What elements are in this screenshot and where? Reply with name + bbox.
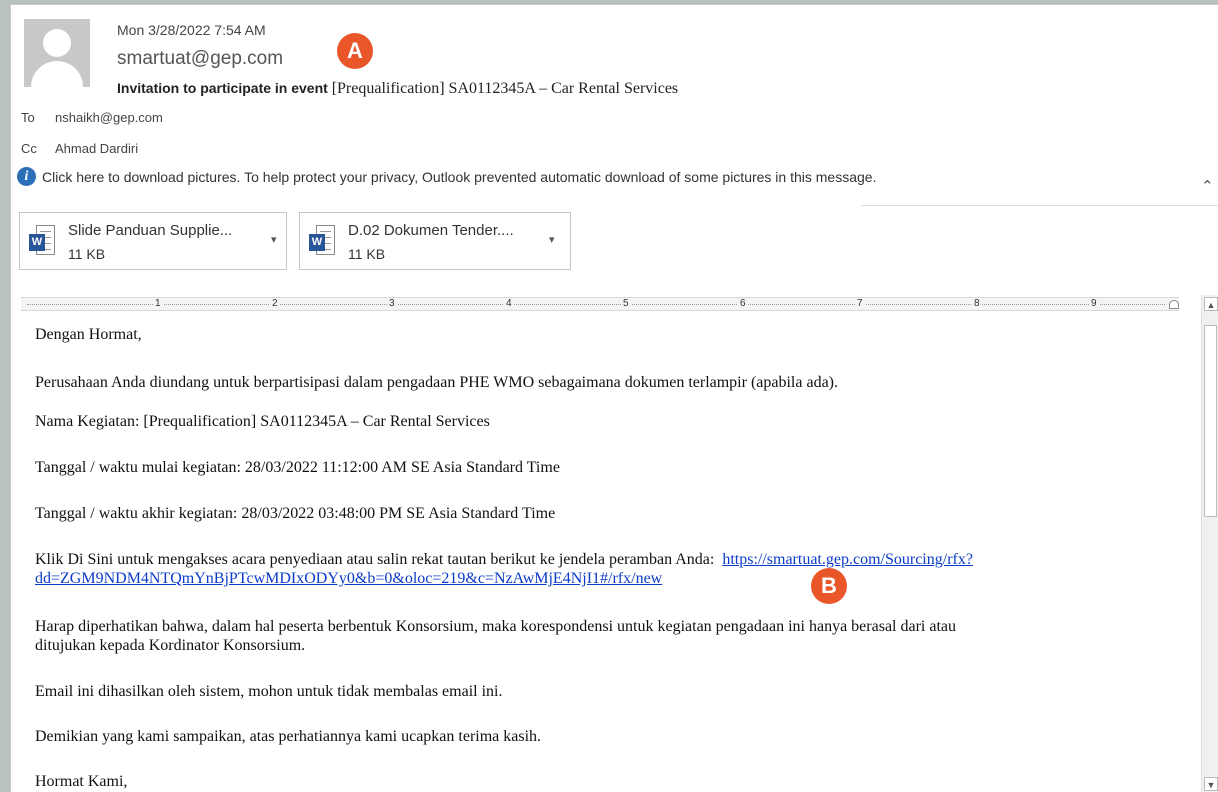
attachment-size: 11 KB	[348, 246, 386, 262]
scroll-down-arrow-icon[interactable]: ▼	[1204, 777, 1218, 791]
scroll-up-arrow-icon[interactable]: ▲	[1204, 297, 1218, 311]
document-ruler: 1 2 3 4 5 6 7 8 9	[21, 297, 1179, 311]
attachment-name: Slide Panduan Supplie...	[68, 222, 233, 239]
sender-avatar-icon	[24, 19, 90, 87]
to-label: To	[21, 110, 35, 125]
scrollbar-thumb[interactable]	[1204, 325, 1217, 517]
attachment-1[interactable]: W Slide Panduan Supplie... 11 KB ▾	[19, 212, 287, 270]
body-closing: Hormat Kami,	[35, 773, 128, 790]
ruler-number: 8	[972, 298, 982, 310]
ruler-number: 6	[738, 298, 748, 310]
word-document-icon: W	[29, 225, 55, 257]
ruler-number: 3	[387, 298, 397, 310]
body-event-name: Nama Kegiatan: [Prequalification] SA0112…	[35, 413, 490, 430]
right-indent-marker[interactable]	[1169, 300, 1179, 309]
subject-rest: [Prequalification] SA0112345A – Car Rent…	[331, 80, 679, 97]
attachment-2[interactable]: W D.02 Dokumen Tender.... 11 KB ▾	[299, 212, 571, 270]
cc-label: Cc	[21, 141, 37, 156]
infobar-text: Click here to download pictures. To help…	[42, 168, 877, 185]
body-thanks: Demikian yang kami sampaikan, atas perha…	[35, 728, 542, 745]
body-greeting: Dengan Hormat,	[35, 326, 142, 343]
ruler-number: 1	[153, 298, 163, 310]
ruler-number: 4	[504, 298, 514, 310]
body-start-time: Tanggal / waktu mulai kegiatan: 28/03/20…	[35, 459, 560, 476]
attachment-size: 11 KB	[68, 246, 106, 262]
body-system-note: Email ini dihasilkan oleh sistem, mohon …	[35, 683, 503, 700]
subject-lead: Invitation to participate in event	[117, 80, 328, 96]
download-pictures-infobar[interactable]: i Click here to download pictures. To he…	[17, 167, 1057, 186]
info-icon: i	[17, 167, 36, 186]
ruler-number: 2	[270, 298, 280, 310]
email-subject: Invitation to participate in event [Preq…	[117, 80, 678, 98]
attachment-menu-chevron-down-icon[interactable]: ▾	[549, 233, 555, 246]
attachment-name: D.02 Dokumen Tender....	[348, 222, 514, 239]
header-divider	[861, 205, 1218, 206]
annotation-marker-b: B	[811, 568, 847, 604]
vertical-scrollbar[interactable]: ▲ ▼	[1201, 295, 1218, 792]
ruler-number: 9	[1089, 298, 1099, 310]
cc-recipient[interactable]: Ahmad Dardiri	[55, 141, 138, 156]
body-end-time: Tanggal / waktu akhir kegiatan: 28/03/20…	[35, 505, 556, 522]
sent-date: Mon 3/28/2022 7:54 AM	[117, 22, 266, 38]
sender-address[interactable]: smartuat@gep.com	[117, 48, 283, 70]
body-consortium-note: Harap diperhatikan bahwa, dalam hal pese…	[35, 618, 957, 654]
collapse-header-chevron-up-icon[interactable]: ⌃	[1201, 177, 1214, 195]
ruler-number: 7	[855, 298, 865, 310]
body-link-paragraph: Klik Di Sini untuk mengakses acara penye…	[35, 550, 1193, 588]
annotation-marker-a: A	[337, 33, 373, 69]
attachment-menu-chevron-down-icon[interactable]: ▾	[271, 233, 277, 246]
ruler-number: 5	[621, 298, 631, 310]
to-recipient[interactable]: nshaikh@gep.com	[55, 110, 163, 125]
link-intro-text: Klik Di Sini untuk mengakses acara penye…	[35, 551, 715, 568]
email-window: Mon 3/28/2022 7:54 AM smartuat@gep.com I…	[10, 4, 1218, 792]
word-document-icon: W	[309, 225, 335, 257]
body-paragraph-1: Perusahaan Anda diundang untuk berpartis…	[35, 374, 839, 391]
